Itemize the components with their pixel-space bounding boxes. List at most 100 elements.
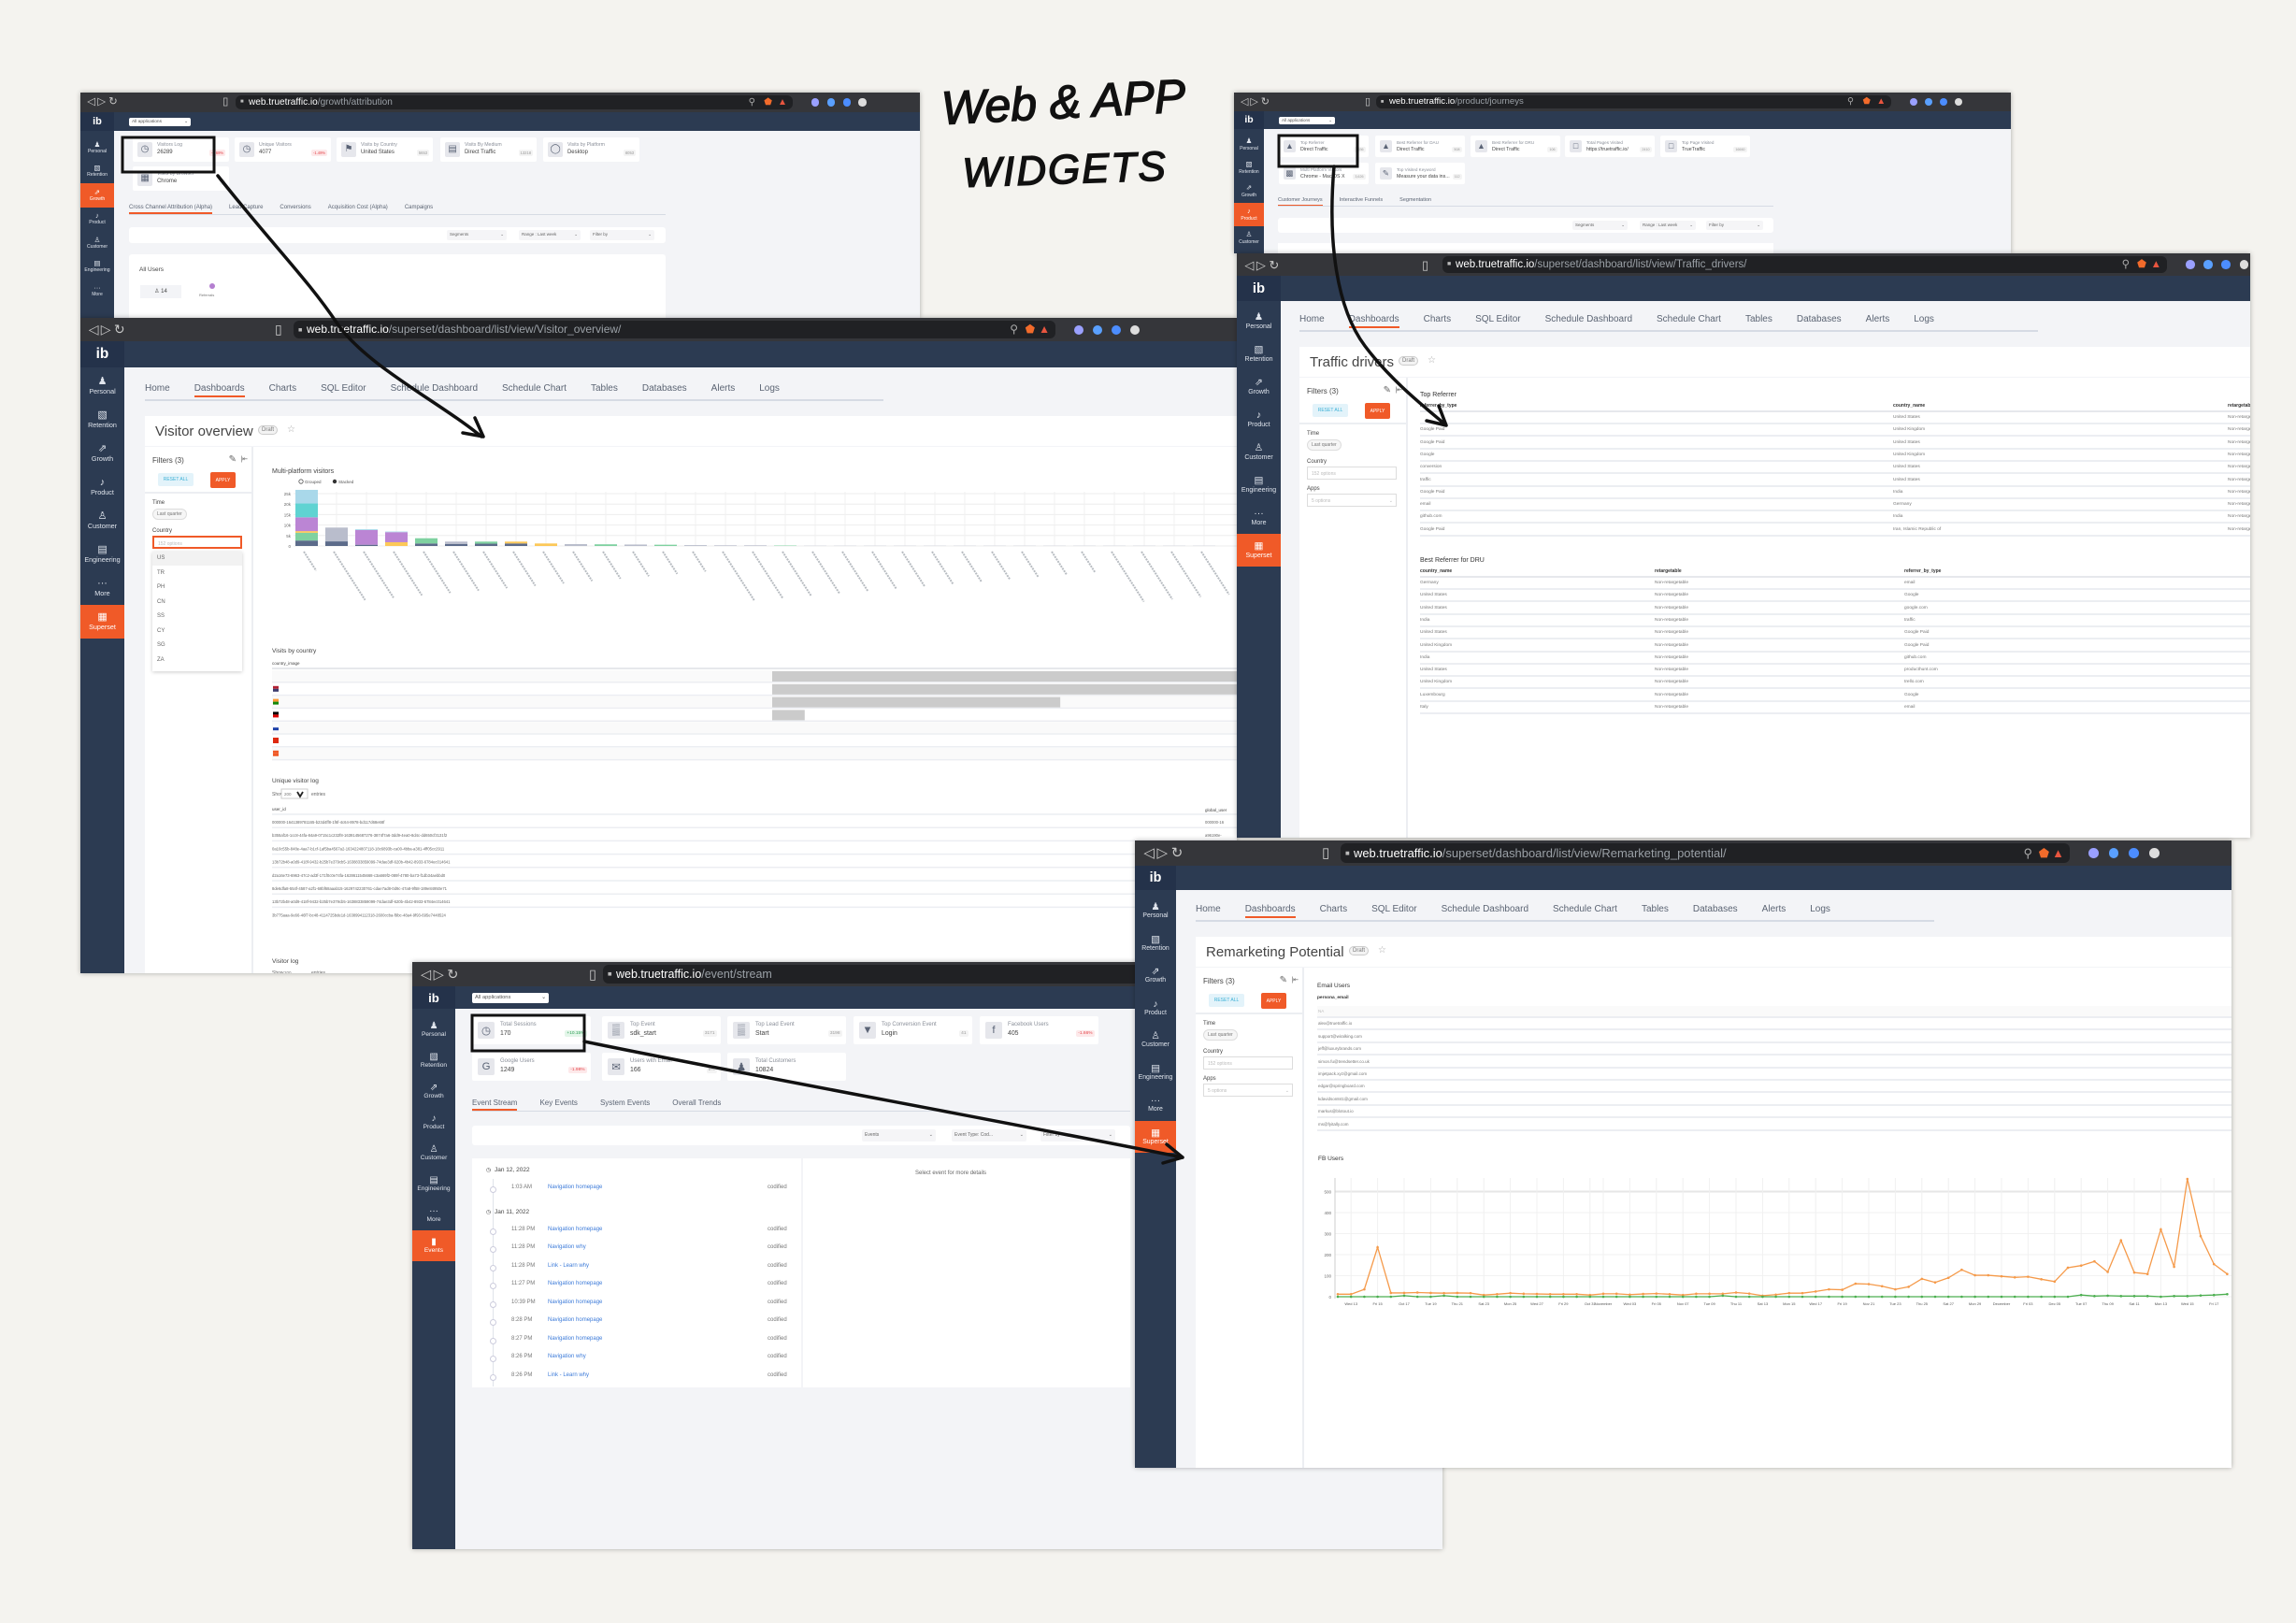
nav-sql-editor[interactable]: SQL Editor: [1475, 314, 1521, 324]
widget-card-total-customers[interactable]: ♟ Total Customers 10824: [727, 1053, 846, 1081]
extensions-icon[interactable]: [858, 98, 867, 107]
column-header[interactable]: referrer_by_type: [1420, 403, 1457, 409]
brave-shield-icon[interactable]: ⬟: [1863, 95, 1871, 108]
forward-icon[interactable]: ▷: [1256, 259, 1266, 271]
sidebar-item-growth[interactable]: ⇗ Growth: [80, 183, 114, 208]
sidebar-item-personal[interactable]: ♟ Personal: [80, 136, 114, 160]
sidebar-item-more[interactable]: ··· More: [80, 279, 114, 303]
sidebar-item-product[interactable]: ♪ Product: [1237, 403, 1281, 436]
widget-card-multi-platform-visitors[interactable]: ▩ Multi Platform Visitors Chrome - Mac OS …: [1279, 163, 1369, 184]
reload-icon[interactable]: ↻: [447, 968, 458, 982]
sidebar-item-product[interactable]: ♪ Product: [412, 1107, 455, 1138]
sidebar-item-customer[interactable]: ♙ Customer: [412, 1138, 455, 1169]
sidebar-item-growth[interactable]: ⇗ Growth: [1237, 370, 1281, 403]
edit-filters-icon[interactable]: ✎: [1384, 385, 1391, 395]
widget-card-top-event[interactable]: ▒ Top Event sdk_start 3171: [602, 1016, 721, 1044]
sidebar-item-events[interactable]: ▮ Events: [412, 1230, 455, 1261]
column-header[interactable]: referrer_by_type: [1904, 568, 1941, 574]
filter-dropdown[interactable]: Filter by ⌄: [1706, 221, 1763, 230]
event-name-link[interactable]: Navigation homepage: [548, 1336, 602, 1342]
search-icon[interactable]: ⚲: [1847, 95, 1854, 108]
search-icon[interactable]: ⚲: [2122, 256, 2130, 273]
translate-icon[interactable]: [2203, 260, 2213, 269]
bookmark-icon[interactable]: ▯: [589, 968, 596, 982]
widget-card-users-with-email[interactable]: ✉ Users with Email 166 5%: [602, 1053, 721, 1081]
address-bar[interactable]: ■ web.truetraffic.io/growth/attribution ⚲ ⬟…: [236, 95, 793, 109]
nav-home[interactable]: Home: [1299, 314, 1325, 324]
tab-campaigns[interactable]: Campaigns: [405, 205, 433, 210]
forward-icon[interactable]: ▷: [97, 97, 106, 108]
account-icon[interactable]: [2186, 260, 2195, 269]
account-icon[interactable]: [1910, 98, 1917, 106]
event-name-link[interactable]: Navigation why: [548, 1354, 586, 1359]
extensions-icon[interactable]: [1955, 98, 1962, 106]
brave-rewards-icon[interactable]: ▲: [778, 95, 787, 109]
filter-dropdown[interactable]: Range : Last week ⌄: [1640, 221, 1696, 230]
filter-dropdown[interactable]: Range : Last week ⌄: [519, 230, 581, 240]
tab-lead-capture[interactable]: Lead Capture: [229, 205, 263, 210]
sidebar-item-product[interactable]: ♪ Product: [80, 208, 114, 232]
tab-key-events[interactable]: Key Events: [539, 1099, 577, 1107]
tab-acquisition-cost-alpha-[interactable]: Acquisition Cost (Alpha): [328, 205, 388, 210]
widget-card-best-referrer-for-dau[interactable]: ▲ Best Referrer for DAU Direct Traffic 508: [1375, 136, 1465, 157]
sidebar-item-growth[interactable]: ⇗ Growth: [1234, 180, 1264, 203]
apps-select[interactable]: 5 options ⌄: [1307, 494, 1397, 507]
search-icon[interactable]: ⚲: [749, 95, 755, 109]
reload-icon[interactable]: ↻: [1261, 97, 1270, 108]
sidebar-item-customer[interactable]: ♙ Customer: [1234, 226, 1264, 250]
sidebar-item-engineering[interactable]: ▤Engineering: [412, 1169, 455, 1199]
nav-tables[interactable]: Tables: [1745, 314, 1772, 324]
translate-icon[interactable]: [1925, 98, 1932, 106]
widget-card-top-referrer[interactable]: ▲ Top Referrer Direct Traffic 1036: [1279, 136, 1369, 157]
column-header[interactable]: country_name: [1420, 568, 1452, 574]
event-name-link[interactable]: Link - Learn why: [548, 1263, 589, 1269]
sidebar-item-personal[interactable]: ♟ Personal: [1237, 305, 1281, 338]
tab-cross-channel-attribution-alpha-[interactable]: Cross Channel Attribution (Alpha): [129, 205, 213, 214]
widget-card-top-visited-keyword[interactable]: ✎ Top Visited Keyword Measure your data in…: [1375, 163, 1465, 184]
sidebar-item-retention[interactable]: ▧ Retention: [412, 1045, 455, 1076]
sidebar-item-superset[interactable]: ▦ Superset: [1237, 534, 1281, 567]
address-bar[interactable]: ■ web.truetraffic.io/product/journeys ⚲ ⬟ ▲: [1376, 95, 1891, 108]
bookmark-icon[interactable]: ▯: [1365, 97, 1370, 108]
back-icon[interactable]: ◁: [421, 968, 431, 982]
column-header[interactable]: retargetable: [1655, 568, 1682, 574]
brave-rewards-icon[interactable]: ▲: [1877, 95, 1887, 108]
sidebar-item-engineering[interactable]: ▤Engineering: [1237, 468, 1281, 501]
event-name-link[interactable]: Navigation homepage: [548, 1185, 602, 1190]
widget-card-google-users[interactable]: G Google Users 1249 -1.98%: [472, 1053, 591, 1081]
address-bar[interactable]: ■ web.truetraffic.io/superset/dashboard/l…: [1442, 256, 2167, 273]
sidebar-item-retention[interactable]: ▧ Retention: [80, 160, 114, 184]
sidebar-item-more[interactable]: ··· More: [412, 1199, 455, 1230]
widget-card-best-referrer-for-dru[interactable]: ▲ Best Referrer for DRU Direct Traffic 106: [1471, 136, 1560, 157]
nav-dashboards[interactable]: Dashboards: [1348, 314, 1399, 328]
back-icon[interactable]: ◁: [1244, 259, 1254, 271]
reload-icon[interactable]: ↻: [1269, 259, 1279, 271]
application-select[interactable]: All applications ⌄: [1279, 116, 1335, 125]
event-name-link[interactable]: Navigation homepage: [548, 1281, 602, 1286]
bookmark-icon[interactable]: ▯: [222, 97, 228, 108]
event-name-link[interactable]: Navigation homepage: [548, 1227, 602, 1232]
reload-icon[interactable]: ↻: [108, 97, 118, 108]
sidebar-item-customer[interactable]: ♙ Customer: [1237, 436, 1281, 468]
nav-schedule-dashboard[interactable]: Schedule Dashboard: [1545, 314, 1632, 324]
filter-dropdown[interactable]: Segments ⌄: [447, 230, 507, 240]
widget-card-total-pages-visited[interactable]: □ Total Pages Visited https://truetraffic.…: [1565, 136, 1655, 157]
sidebar-item-growth[interactable]: ⇗ Growth: [412, 1076, 455, 1107]
bookmark-icon[interactable]: ▯: [1422, 259, 1428, 271]
widget-card-visits-by-country[interactable]: ⚑ Visits by Country United States 5653: [337, 137, 433, 162]
filter-dropdown[interactable]: Segments ⌄: [1572, 221, 1628, 230]
widget-card-unique-visitors[interactable]: ◷ Unique Visitors 4077 -1.49%: [235, 137, 331, 162]
time-filter-chip[interactable]: Last quarter: [1307, 439, 1342, 451]
tab-system-events[interactable]: System Events: [600, 1099, 650, 1107]
nav-charts[interactable]: Charts: [1424, 314, 1451, 324]
sidebar-item-customer[interactable]: ♙ Customer: [80, 231, 114, 255]
tab-customer-journeys[interactable]: Customer Journeys: [1278, 197, 1323, 207]
tab-interactive-funnels[interactable]: Interactive Funnels: [1340, 197, 1383, 203]
account-icon[interactable]: [811, 98, 820, 107]
tab-event-stream[interactable]: Event Stream: [472, 1099, 518, 1111]
sidebar-item-personal[interactable]: ♟ Personal: [412, 1014, 455, 1045]
country-select[interactable]: 152 options: [1307, 467, 1397, 480]
nav-databases[interactable]: Databases: [1797, 314, 1842, 324]
widget-card-visits-by-medium[interactable]: ▤ Visits By Medium Direct Traffic 13218: [440, 137, 537, 162]
widget-card-visitors-log[interactable]: ◷ Visitors Log 26289 -1.69%: [133, 137, 229, 162]
